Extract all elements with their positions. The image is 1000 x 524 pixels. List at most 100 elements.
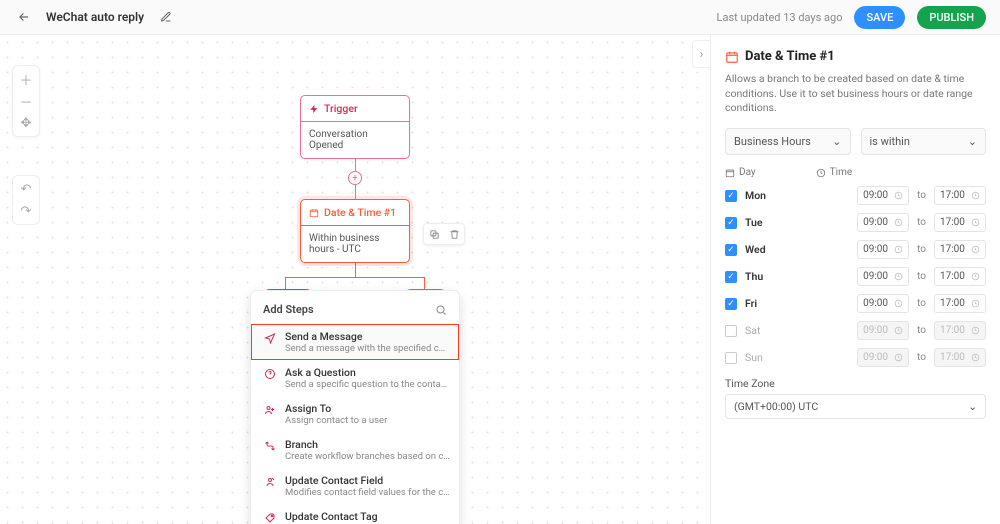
save-button[interactable]: SAVE xyxy=(854,6,905,29)
time-to-input[interactable]: 17:00 xyxy=(934,186,986,205)
day-row-sun: ✓Sun09:00to17:00 xyxy=(725,348,986,367)
chevron-down-icon: ⌄ xyxy=(968,400,977,413)
day-row-mon: ✓Mon09:00to17:00 xyxy=(725,186,986,205)
step-title: Update Contact Field xyxy=(285,474,450,487)
zoom-in-icon[interactable]: ＋ xyxy=(17,70,35,88)
to-label: to xyxy=(917,271,926,282)
calendar-icon xyxy=(309,208,319,218)
datetime-node[interactable]: Date & Time #1 Within business hours - U… xyxy=(300,199,410,263)
flow-canvas[interactable]: ＋ － ✥ ↶ ↷ Trigger Conversation Opened + … xyxy=(0,35,710,524)
step-icon xyxy=(263,511,277,524)
collapse-sidebar-icon[interactable]: › xyxy=(692,40,710,68)
sidebar-desc: Allows a branch to be created based on d… xyxy=(725,72,986,116)
edit-title-icon[interactable] xyxy=(156,7,176,27)
time-to-input[interactable]: 17:00 xyxy=(934,267,986,286)
step-title: Send a Message xyxy=(285,330,450,343)
back-icon[interactable] xyxy=(14,7,34,27)
timezone-value: (GMT+00:00) UTC xyxy=(734,400,818,413)
time-from-input[interactable]: 09:00 xyxy=(857,294,909,313)
time-to-input[interactable]: 17:00 xyxy=(934,213,986,232)
day-column-label: Day xyxy=(739,167,756,178)
calendar-icon xyxy=(725,50,739,64)
config-sidebar: Date & Time #1 Allows a branch to be cre… xyxy=(710,35,1000,524)
time-from-input[interactable]: 09:00 xyxy=(857,186,909,205)
sidebar-title: Date & Time #1 xyxy=(745,49,835,64)
top-bar: WeChat auto reply Last updated 13 days a… xyxy=(0,0,1000,35)
step-icon xyxy=(263,367,277,381)
step-option-send-a-message[interactable]: Send a MessageSend a message with the sp… xyxy=(251,324,459,360)
step-icon xyxy=(263,439,277,453)
step-desc: Send a message with the specified conten… xyxy=(285,343,450,354)
fit-view-icon[interactable]: ✥ xyxy=(17,114,35,132)
node-hover-tools xyxy=(423,223,465,245)
step-title: Branch xyxy=(285,438,450,451)
to-label: to xyxy=(917,352,926,363)
zoom-out-icon[interactable]: － xyxy=(17,92,35,110)
step-desc: Assign contact to a user xyxy=(285,415,387,426)
add-steps-popup: Add Steps Send a MessageSend a message w… xyxy=(250,290,460,524)
search-icon[interactable] xyxy=(435,304,447,316)
add-steps-title: Add Steps xyxy=(263,303,314,316)
timezone-select[interactable]: (GMT+00:00) UTC ⌄ xyxy=(725,394,986,419)
step-option-branch[interactable]: BranchCreate workflow branches based on … xyxy=(251,432,459,468)
step-option-assign-to[interactable]: Assign ToAssign contact to a user xyxy=(251,396,459,432)
day-checkbox[interactable]: ✓ xyxy=(725,352,737,364)
day-row-sat: ✓Sat09:00to17:00 xyxy=(725,321,986,340)
time-from-input: 09:00 xyxy=(857,348,909,367)
redo-icon[interactable]: ↷ xyxy=(17,202,35,220)
step-option-ask-a-question[interactable]: Ask a QuestionSend a specific question t… xyxy=(251,360,459,396)
day-label: Thu xyxy=(745,270,773,283)
datetime-node-subtitle: Within business hours - UTC xyxy=(301,226,409,262)
delete-node-icon[interactable] xyxy=(444,224,464,244)
to-label: to xyxy=(917,190,926,201)
time-to-input[interactable]: 17:00 xyxy=(934,240,986,259)
datetime-node-title: Date & Time #1 xyxy=(324,206,396,219)
publish-button[interactable]: PUBLISH xyxy=(917,6,986,29)
time-to-input: 17:00 xyxy=(934,321,986,340)
to-label: to xyxy=(917,217,926,228)
step-desc: Create workflow branches based on condit… xyxy=(285,451,450,462)
canvas-zoom-toolbar: ＋ － ✥ xyxy=(12,65,40,137)
undo-icon[interactable]: ↶ xyxy=(17,180,35,198)
step-icon xyxy=(263,475,277,489)
chevron-down-icon: ⌄ xyxy=(968,135,977,148)
time-from-input[interactable]: 09:00 xyxy=(857,267,909,286)
day-row-fri: ✓ Fri 09:00 to 17:00 xyxy=(725,294,986,313)
day-checkbox[interactable]: ✓ xyxy=(725,271,737,283)
time-from-input[interactable]: 09:00 xyxy=(857,213,909,232)
operator-value: is within xyxy=(870,135,910,148)
day-checkbox[interactable]: ✓ xyxy=(725,190,737,202)
day-label: Fri xyxy=(745,297,773,310)
to-label: to xyxy=(917,298,926,309)
day-checkbox[interactable]: ✓ xyxy=(725,298,737,310)
time-to-input[interactable]: 17:00 xyxy=(934,294,986,313)
last-updated-label: Last updated 13 days ago xyxy=(717,11,843,24)
day-row-tue: ✓Tue09:00to17:00 xyxy=(725,213,986,232)
add-step-plus[interactable]: + xyxy=(348,171,362,185)
step-title: Ask a Question xyxy=(285,366,450,379)
bolt-icon xyxy=(309,104,319,114)
operator-select[interactable]: is within ⌄ xyxy=(861,128,987,155)
calendar-icon xyxy=(725,168,735,178)
time-column-label: Time xyxy=(830,167,852,178)
day-checkbox[interactable]: ✓ xyxy=(725,217,737,229)
step-option-update-contact-tag[interactable]: Update Contact TagAdds or removes one or… xyxy=(251,504,459,524)
trigger-node[interactable]: Trigger Conversation Opened xyxy=(300,95,410,159)
workflow-title: WeChat auto reply xyxy=(46,10,144,24)
day-checkbox[interactable]: ✓ xyxy=(725,244,737,256)
step-option-update-contact-field[interactable]: Update Contact FieldModifies contact fie… xyxy=(251,468,459,504)
step-icon xyxy=(263,403,277,417)
copy-node-icon[interactable] xyxy=(424,224,444,244)
day-checkbox[interactable]: ✓ xyxy=(725,325,737,337)
time-to-input: 17:00 xyxy=(934,348,986,367)
condition-type-select[interactable]: Business Hours⌄ xyxy=(725,128,851,155)
chevron-down-icon: ⌄ xyxy=(832,135,841,148)
time-from-input[interactable]: 09:00 xyxy=(857,240,909,259)
canvas-history-toolbar: ↶ ↷ xyxy=(12,175,40,225)
step-desc: Send a specific question to the contact … xyxy=(285,379,450,390)
clock-icon xyxy=(816,168,826,178)
step-title: Update Contact Tag xyxy=(285,510,450,523)
day-row-wed: ✓Wed09:00to17:00 xyxy=(725,240,986,259)
time-from-input: 09:00 xyxy=(857,321,909,340)
trigger-node-title: Trigger xyxy=(324,102,358,115)
